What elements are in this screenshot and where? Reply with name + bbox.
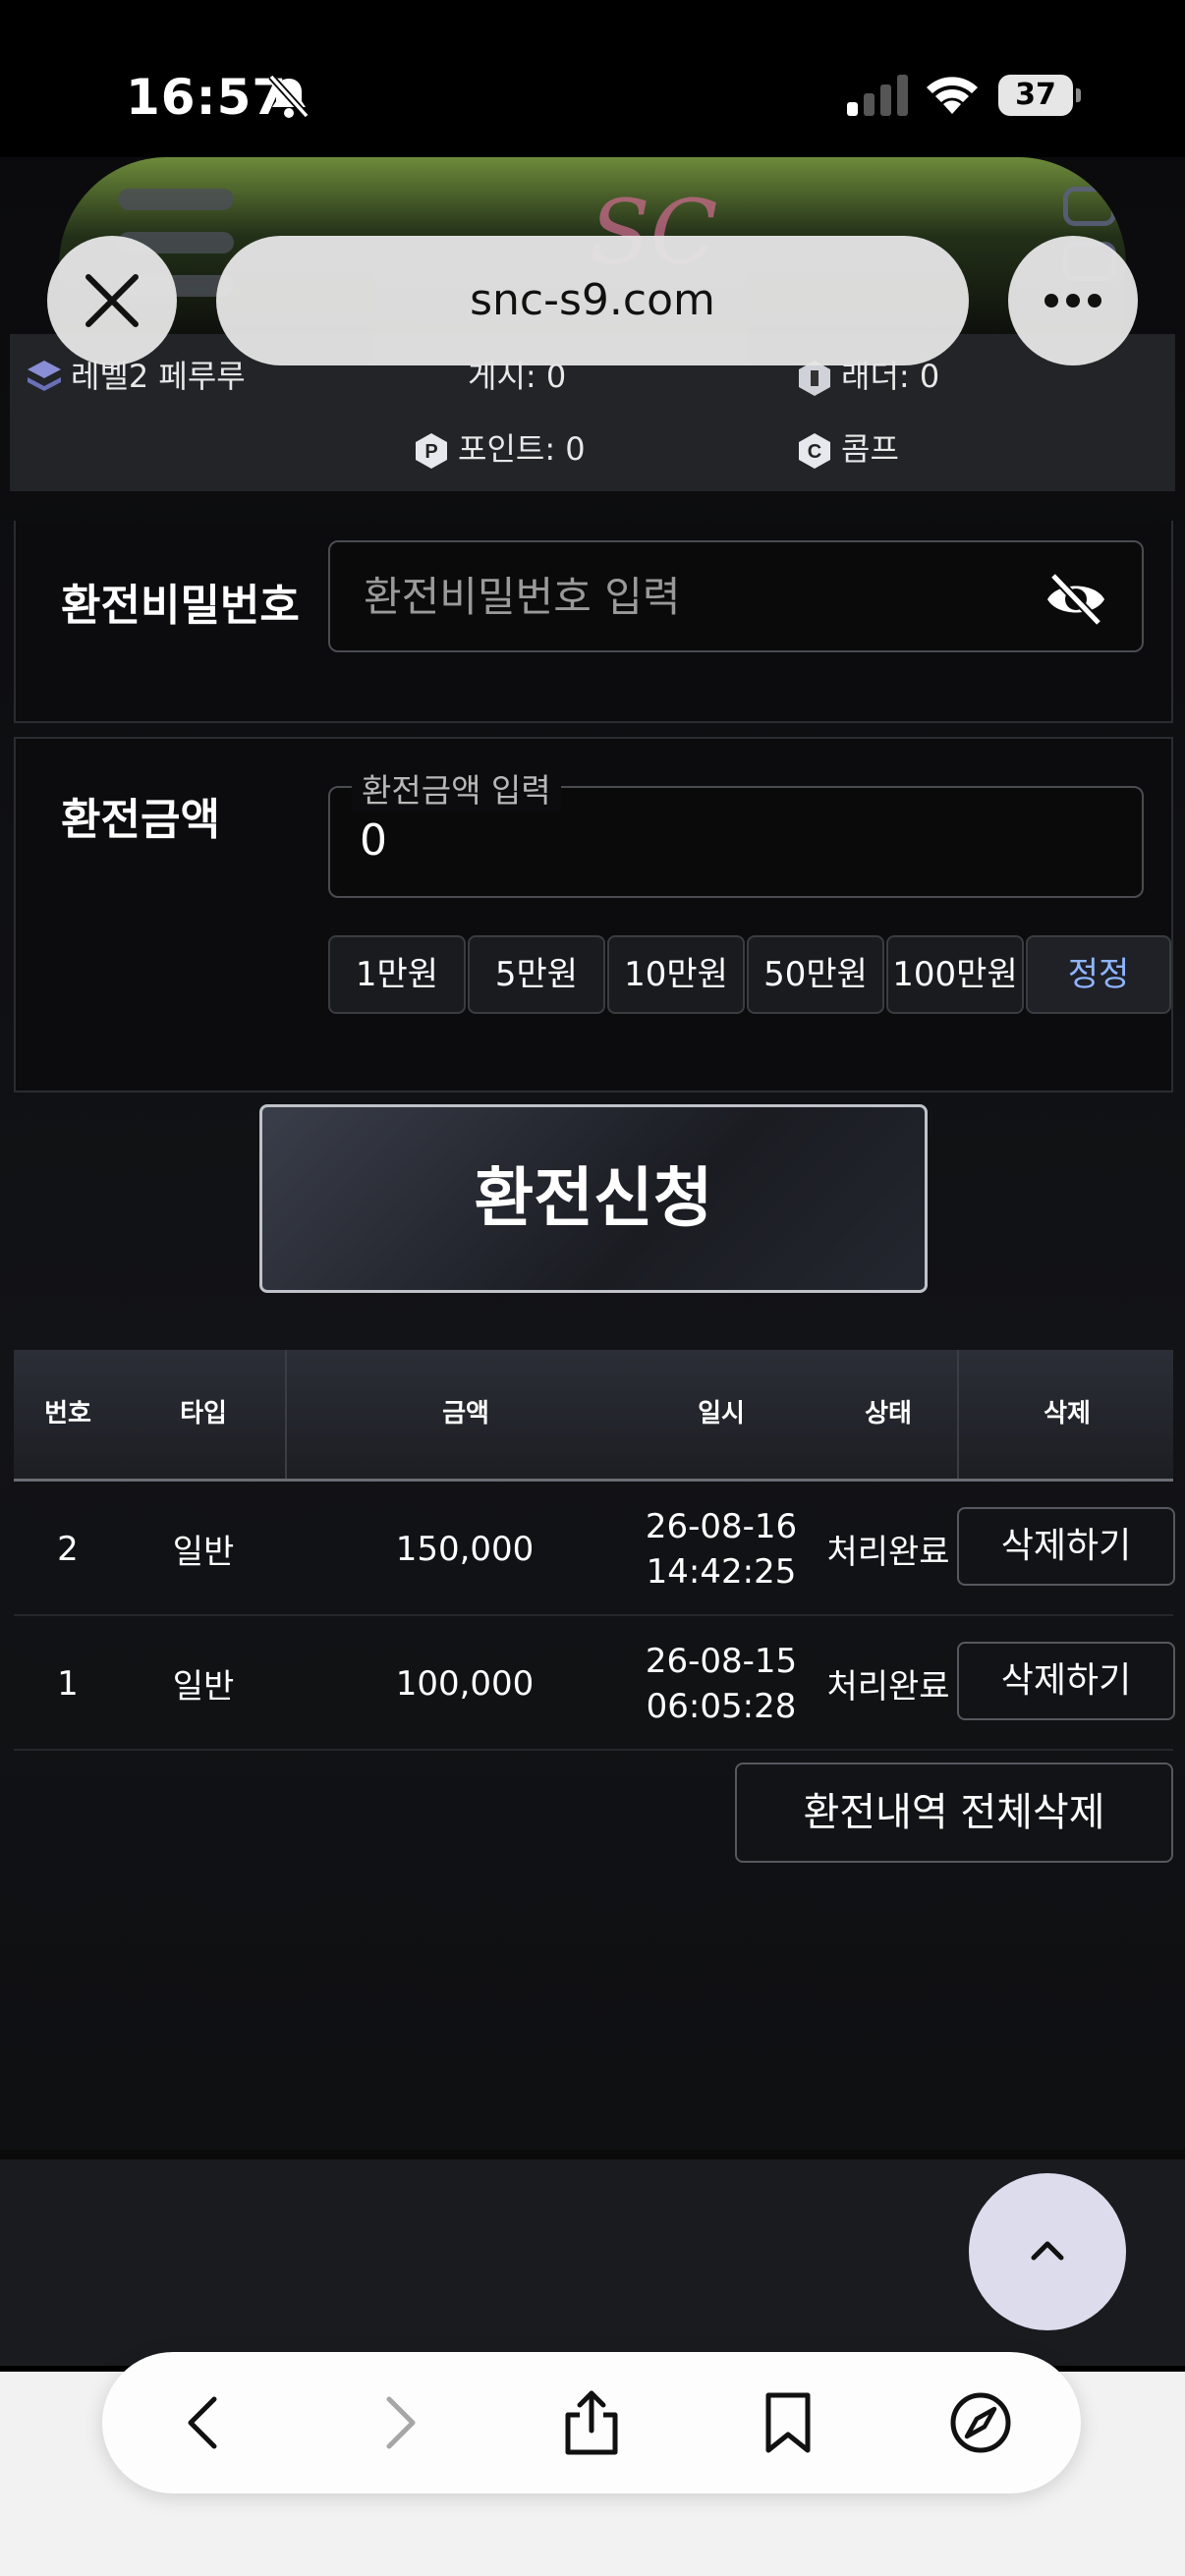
scroll-to-top-button[interactable] (969, 2173, 1126, 2330)
password-label: 환전비밀번호 (61, 581, 300, 631)
web-page: SC 레벨2 페루루 게시: 0 래더: 0 P 포인트: 0 C 콤프 환전비밀번… (0, 157, 1185, 2366)
row-type: 일반 (172, 1667, 235, 1707)
share-icon[interactable] (556, 2387, 627, 2458)
header-delete: 삭제 (957, 1350, 1175, 1479)
withdraw-history-table: 번호 타입 금액 일시 상태 삭제 2 일반 150,000 26-08-16 … (14, 1350, 1175, 1751)
chevron-up-icon (1031, 2241, 1064, 2261)
header-type: 타입 (180, 1399, 227, 1428)
delete-row-button[interactable]: 삭제하기 (957, 1642, 1175, 1720)
quick-amount-100[interactable]: 100만원 (886, 935, 1024, 1014)
row-date: 26-08-16 (645, 1506, 798, 1546)
battery-indicator: 37 (998, 75, 1081, 116)
row-status: 처리완료 (826, 1667, 950, 1707)
back-icon[interactable] (169, 2387, 240, 2458)
quick-amount-5[interactable]: 5만원 (468, 935, 605, 1014)
row-status: 처리완료 (826, 1533, 950, 1572)
reset-amount-button[interactable]: 정정 (1026, 935, 1171, 1014)
browser-toolbar (102, 2352, 1081, 2493)
close-tab-button[interactable] (47, 236, 177, 365)
row-time: 06:05:28 (646, 1686, 797, 1726)
row-number: 1 (57, 1663, 79, 1704)
table-header: 번호 타입 금액 일시 상태 삭제 (14, 1350, 1173, 1482)
wifi-icon (927, 77, 978, 114)
cellular-signal-icon (847, 75, 908, 116)
compass-icon[interactable] (945, 2387, 1016, 2458)
amount-section: 환전금액 환전금액 입력 0 1만원 5만원 10만원 50만원 100만원 정… (14, 737, 1173, 1092)
quick-amount-50[interactable]: 50만원 (747, 935, 884, 1014)
row-type: 일반 (172, 1533, 235, 1572)
bell-slash-icon (268, 74, 310, 119)
svg-text:P: P (424, 441, 437, 463)
amount-value: 0 (360, 815, 387, 866)
row-datetime: 26-08-15 06:05:28 (633, 1616, 810, 1751)
amount-legend: 환전금액 입력 (352, 764, 561, 812)
user-points: P 포인트: 0 (413, 424, 586, 471)
header-status: 상태 (865, 1399, 912, 1428)
status-bar: 16:57 37 (0, 0, 1185, 167)
delete-all-history-button[interactable]: 환전내역 전체삭제 (735, 1763, 1173, 1863)
amount-label: 환전금액 (61, 795, 220, 845)
header-amount: 금액 (285, 1350, 645, 1479)
row-time: 14:42:25 (646, 1551, 797, 1592)
withdraw-submit-button[interactable]: 환전신청 (259, 1104, 928, 1293)
points-icon: P (416, 433, 447, 469)
row-datetime: 26-08-16 14:42:25 (633, 1482, 810, 1616)
bookmarks-icon[interactable] (753, 2387, 823, 2458)
quick-amount-10[interactable]: 10만원 (607, 935, 745, 1014)
delete-row-button[interactable]: 삭제하기 (957, 1507, 1175, 1586)
forward-icon[interactable] (364, 2387, 434, 2458)
password-input[interactable]: 환전비밀번호 입력 (328, 540, 1144, 652)
header-number: 번호 (44, 1399, 91, 1428)
eye-slash-icon[interactable] (1044, 570, 1108, 629)
table-row: 2 일반 150,000 26-08-16 14:42:25 처리완료 삭제하기 (14, 1482, 1175, 1616)
battery-level: 37 (998, 75, 1073, 116)
quick-amount-1[interactable]: 1만원 (328, 935, 466, 1014)
row-number: 2 (57, 1529, 79, 1569)
row-amount: 150,000 (395, 1529, 535, 1569)
amount-input[interactable]: 환전금액 입력 0 (328, 764, 1144, 898)
close-icon (85, 274, 139, 327)
table-row: 1 일반 100,000 26-08-15 06:05:28 처리완료 삭제하기 (14, 1616, 1175, 1751)
comp-icon: C (799, 433, 830, 469)
status-time: 16:57 (126, 69, 288, 126)
url-bar[interactable]: snc-s9.com (216, 236, 969, 365)
more-icon (1044, 294, 1101, 308)
password-section: 환전비밀번호 환전비밀번호 입력 (14, 521, 1173, 723)
user-comp: C 콤프 (796, 424, 899, 471)
header-date: 일시 (698, 1399, 745, 1428)
row-date: 26-08-15 (645, 1641, 798, 1681)
password-placeholder: 환전비밀번호 입력 (364, 573, 681, 621)
more-options-button[interactable] (1008, 236, 1138, 365)
row-amount: 100,000 (395, 1663, 535, 1704)
svg-text:C: C (808, 441, 821, 463)
